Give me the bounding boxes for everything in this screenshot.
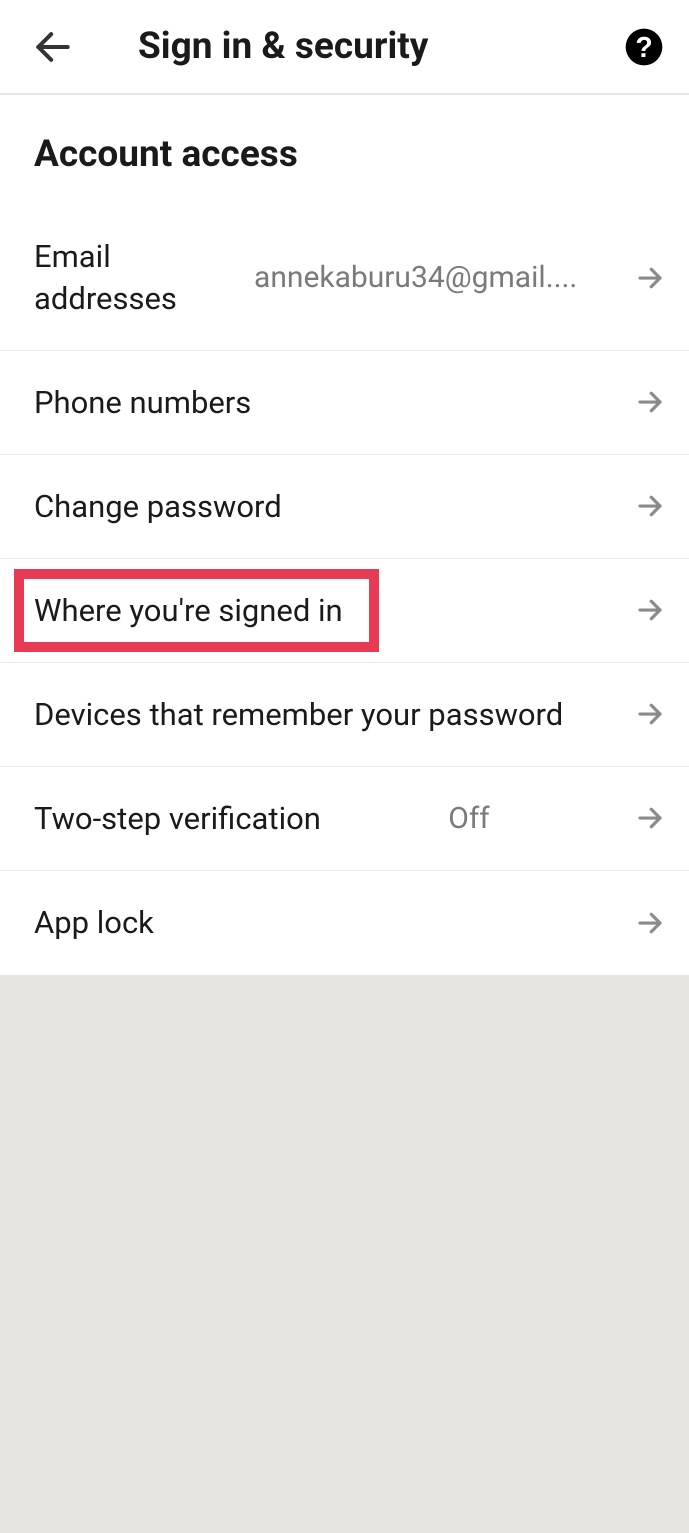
row-value: annekaburu34@gmail.... bbox=[254, 260, 617, 295]
arrow-left-icon bbox=[31, 25, 75, 69]
chevron-right-icon bbox=[635, 699, 665, 729]
row-label: Two-step verification bbox=[34, 800, 321, 837]
section-title: Account access bbox=[0, 95, 689, 206]
setting-row-change-password[interactable]: Change password bbox=[0, 455, 689, 559]
row-value: Off bbox=[448, 801, 490, 836]
setting-row-email[interactable]: Email addresses annekaburu34@gmail.... bbox=[0, 206, 689, 351]
row-label: Change password bbox=[34, 488, 282, 525]
row-label: App lock bbox=[34, 904, 154, 941]
svg-text:?: ? bbox=[635, 32, 652, 64]
row-label: Devices that remember your password bbox=[34, 696, 563, 733]
back-button[interactable] bbox=[28, 22, 78, 72]
row-label: Where you're signed in bbox=[34, 592, 343, 629]
chevron-right-icon bbox=[635, 491, 665, 521]
chevron-right-icon bbox=[635, 908, 665, 938]
chevron-right-icon bbox=[635, 595, 665, 625]
row-label: Phone numbers bbox=[34, 384, 251, 421]
help-button[interactable]: ? bbox=[624, 27, 664, 67]
chevron-right-icon bbox=[635, 803, 665, 833]
setting-row-devices[interactable]: Devices that remember your password bbox=[0, 663, 689, 767]
row-label: Email addresses bbox=[34, 236, 214, 320]
setting-row-app-lock[interactable]: App lock bbox=[0, 871, 689, 975]
content-area: Account access Email addresses annekabur… bbox=[0, 95, 689, 975]
chevron-right-icon bbox=[635, 263, 665, 293]
setting-row-where-signed-in[interactable]: Where you're signed in bbox=[0, 559, 689, 663]
page-title: Sign in & security bbox=[138, 25, 624, 68]
chevron-right-icon bbox=[635, 387, 665, 417]
help-icon: ? bbox=[624, 27, 664, 67]
header-bar: Sign in & security ? bbox=[0, 0, 689, 95]
setting-row-phone[interactable]: Phone numbers bbox=[0, 351, 689, 455]
setting-row-two-step[interactable]: Two-step verification Off bbox=[0, 767, 689, 871]
